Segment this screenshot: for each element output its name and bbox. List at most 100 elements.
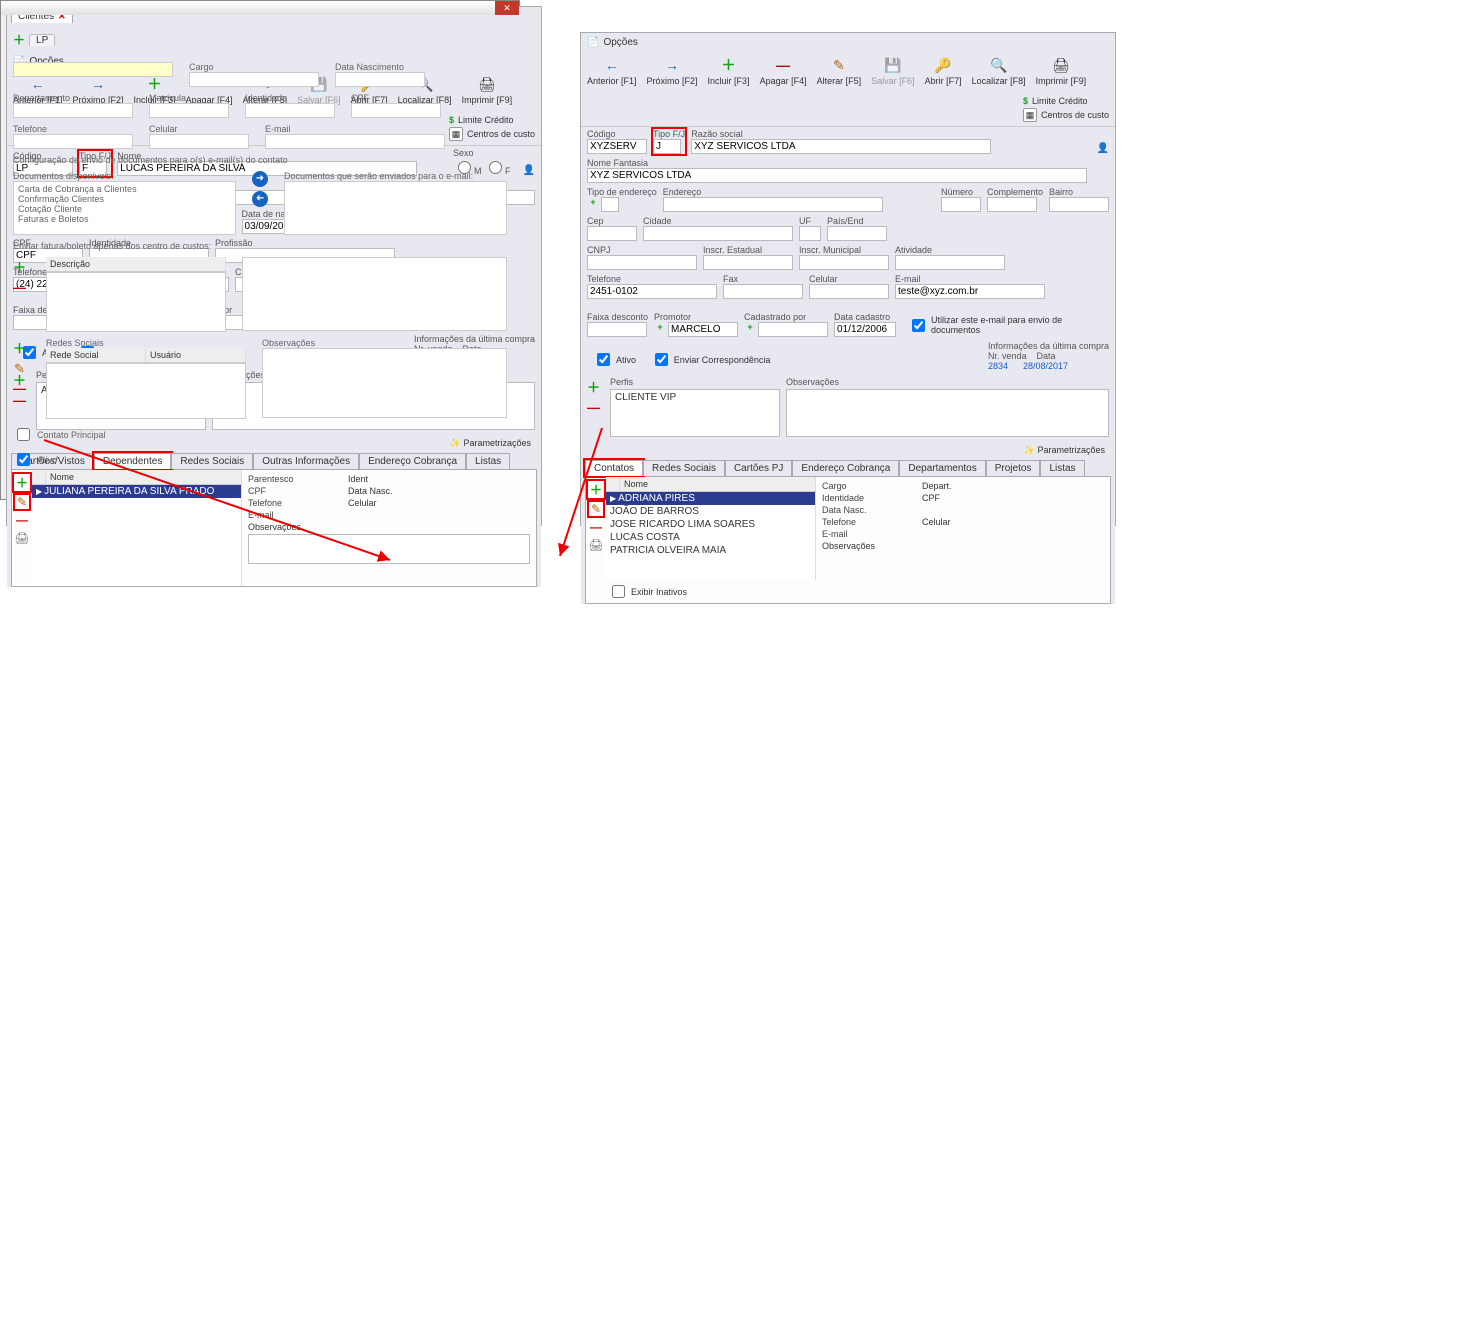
cont-add-button[interactable]: ＋ bbox=[588, 481, 604, 498]
rede-del-icon[interactable]: — bbox=[13, 381, 26, 396]
tab-depart[interactable]: Departamentos bbox=[899, 460, 985, 476]
toolbar-localizar[interactable]: 🔍Localizar [F8] bbox=[972, 56, 1026, 86]
person-icon[interactable]: 👤 bbox=[523, 165, 535, 176]
perfil-del-icon[interactable]: — bbox=[587, 400, 600, 415]
tab-endcob[interactable]: Endereço Cobrança bbox=[792, 460, 899, 476]
dep-add-button[interactable]: ＋ bbox=[14, 474, 30, 491]
cc-add-icon[interactable]: ＋ bbox=[13, 257, 26, 276]
docs-available-list[interactable]: Carta de Cobrança a Clientes Confirmação… bbox=[13, 181, 236, 235]
tipoend-input[interactable] bbox=[601, 197, 619, 212]
nomefant-input[interactable] bbox=[587, 168, 1087, 183]
doc-item[interactable]: Cotação Cliente bbox=[18, 204, 231, 214]
cadpor-add-icon[interactable]: + bbox=[744, 322, 756, 337]
bairro-input[interactable] bbox=[1049, 197, 1109, 212]
sub-cel-input[interactable] bbox=[149, 134, 249, 149]
sub-cargo-input[interactable] bbox=[189, 72, 319, 87]
rede-add-icon[interactable]: ＋ bbox=[13, 338, 26, 357]
toolbar-alterar[interactable]: ✎Alterar [F5] bbox=[817, 56, 862, 86]
docs-selected-list[interactable] bbox=[284, 181, 507, 235]
tab-contatos[interactable]: Contatos bbox=[585, 460, 643, 476]
cadpor-input[interactable] bbox=[758, 322, 828, 337]
contact-row[interactable]: JOÃO DE BARROS bbox=[606, 505, 815, 518]
move-left-button[interactable]: ➜ bbox=[252, 191, 268, 207]
cc-del-icon[interactable]: — bbox=[13, 280, 26, 295]
rede-edit-icon[interactable]: ✎ bbox=[14, 361, 25, 377]
contact-row[interactable]: PATRICIA OLVEIRA MAIA bbox=[606, 544, 815, 557]
email-input[interactable] bbox=[895, 284, 1045, 299]
perfis-list[interactable]: CLIENTE VIP bbox=[610, 389, 780, 437]
contact-row[interactable]: ADRIANA PIRES bbox=[606, 492, 815, 505]
compl-input[interactable] bbox=[987, 197, 1037, 212]
sub-datan-input[interactable] bbox=[335, 72, 425, 87]
mini-tab-lp[interactable]: LP bbox=[29, 34, 55, 46]
use-email-check[interactable]: Utilizar este e-mail para envio de docum… bbox=[902, 313, 1109, 337]
sub-ativo-check[interactable] bbox=[17, 453, 30, 466]
ativo-check[interactable] bbox=[597, 353, 610, 366]
envcorr-check[interactable] bbox=[655, 353, 668, 366]
celular-input[interactable] bbox=[809, 284, 889, 299]
exibir-inativos-check[interactable] bbox=[612, 585, 625, 598]
dialog-titlebar[interactable]: ✕ bbox=[1, 1, 519, 15]
param-link[interactable]: Parametrizações bbox=[1037, 445, 1105, 455]
sub-dep-input[interactable] bbox=[13, 103, 133, 118]
tipoend-add-icon[interactable]: + bbox=[587, 197, 599, 212]
endereco-input[interactable] bbox=[663, 197, 883, 212]
inscmun-input[interactable] bbox=[799, 255, 889, 270]
sub-obs-box[interactable] bbox=[262, 348, 507, 418]
sub-matric-input[interactable] bbox=[149, 103, 229, 118]
tab-redes[interactable]: Redes Sociais bbox=[643, 460, 725, 476]
cc-right-box[interactable] bbox=[242, 257, 507, 331]
cidade-input[interactable] bbox=[643, 226, 793, 241]
obs-box[interactable] bbox=[786, 389, 1109, 437]
sub-nome-input[interactable] bbox=[13, 62, 173, 77]
toolbar-imprimir[interactable]: 🖨Imprimir [F9] bbox=[1036, 56, 1087, 86]
faixa-input[interactable] bbox=[587, 322, 647, 337]
doc-item[interactable]: Confirmação Clientes bbox=[18, 194, 231, 204]
contact-row[interactable]: JOSE RICARDO LIMA SOARES bbox=[606, 518, 815, 531]
opcoes-menu[interactable]: Opções bbox=[603, 37, 637, 48]
cont-del-button[interactable]: — bbox=[590, 520, 602, 534]
toolbar-proximo[interactable]: →Próximo [F2] bbox=[647, 56, 698, 86]
perfil-add-icon[interactable]: ＋ bbox=[587, 377, 600, 396]
doc-item[interactable]: Faturas e Boletos bbox=[18, 214, 231, 224]
cc-list[interactable] bbox=[46, 272, 226, 332]
cont-edit-button[interactable]: ✎ bbox=[589, 502, 603, 516]
cep-input[interactable] bbox=[587, 226, 637, 241]
close-button[interactable]: ✕ bbox=[495, 1, 519, 15]
dep-del-button[interactable]: — bbox=[16, 513, 28, 527]
datacad-input[interactable] bbox=[834, 322, 896, 337]
paisend-input[interactable] bbox=[827, 226, 887, 241]
add-icon[interactable]: ＋ bbox=[13, 31, 25, 48]
dep-print-button[interactable]: 🖨 bbox=[14, 531, 29, 545]
numero-input[interactable] bbox=[941, 197, 981, 212]
razao-input[interactable] bbox=[691, 139, 991, 154]
dep-edit-button[interactable]: ✎ bbox=[15, 495, 29, 509]
limite-credito-link[interactable]: $Limite Crédito bbox=[1023, 96, 1109, 106]
inscest-input[interactable] bbox=[703, 255, 793, 270]
company-icon[interactable]: 👤 bbox=[1097, 143, 1109, 154]
cont-print-button[interactable]: 🖨 bbox=[588, 538, 603, 552]
contact-row[interactable]: LUCAS COSTA bbox=[606, 531, 815, 544]
tab-projetos[interactable]: Projetos bbox=[986, 460, 1041, 476]
promotor-add-icon[interactable]: + bbox=[654, 322, 666, 337]
telefone-input[interactable] bbox=[587, 284, 717, 299]
sub-email-input[interactable] bbox=[265, 134, 445, 149]
redes-list[interactable] bbox=[46, 363, 246, 419]
toolbar-apagar[interactable]: —Apagar [F4] bbox=[760, 56, 807, 86]
cnpj-input[interactable] bbox=[587, 255, 697, 270]
ativ-input[interactable] bbox=[895, 255, 1005, 270]
sub-ident-input[interactable] bbox=[245, 103, 335, 118]
toolbar-incluir[interactable]: ＋Incluir [F3] bbox=[708, 56, 750, 86]
uf-input[interactable] bbox=[799, 226, 821, 241]
move-right-button[interactable]: ➜ bbox=[252, 171, 268, 187]
sub-cpf-input[interactable] bbox=[351, 103, 441, 118]
tipofj-input[interactable] bbox=[653, 139, 681, 154]
contato-principal-check[interactable] bbox=[17, 428, 30, 441]
toolbar-anterior[interactable]: ←Anterior [F1] bbox=[587, 56, 637, 86]
centros-custo-link[interactable]: ▦Centros de custo bbox=[1023, 108, 1109, 122]
use-email-checkbox[interactable] bbox=[912, 319, 925, 332]
sub-tel-input[interactable] bbox=[13, 134, 133, 149]
opcoes-icon[interactable]: 📄 bbox=[587, 37, 599, 48]
fax-input[interactable] bbox=[723, 284, 803, 299]
doc-item[interactable]: Carta de Cobrança a Clientes bbox=[18, 184, 231, 194]
